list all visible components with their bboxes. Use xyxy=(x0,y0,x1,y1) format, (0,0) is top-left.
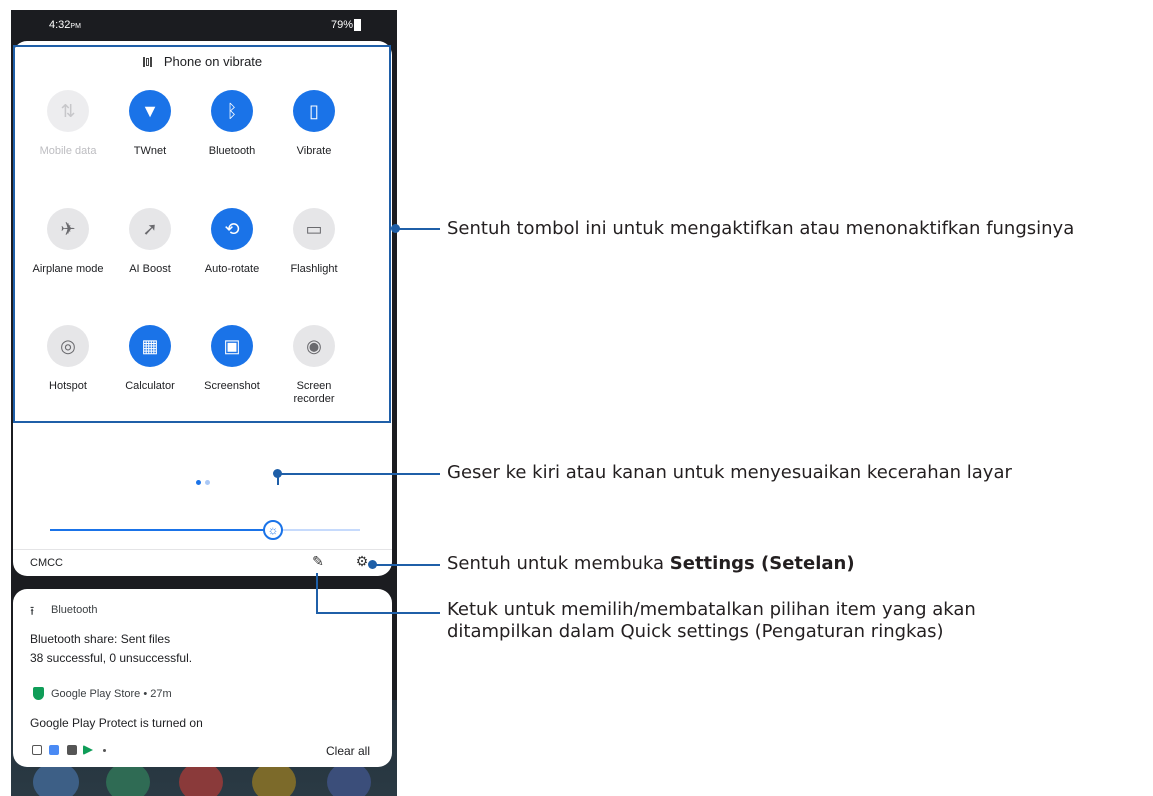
gallery-icon xyxy=(32,745,42,755)
tile-rotate[interactable]: ⟲ Auto-rotate xyxy=(187,208,277,276)
tile-hotspot[interactable]: ◎ Hotspot xyxy=(23,325,113,393)
tile-screenshot[interactable]: ▣ Screenshot xyxy=(187,325,277,393)
tile-label: Screenshot xyxy=(204,380,260,392)
tile-label: Bluetooth xyxy=(208,145,256,157)
screen-recorder-icon: ◉ xyxy=(293,325,335,367)
phone-screen: 4:32PM 79% Phone on vibrate ⇅ Mobile data… xyxy=(11,10,397,796)
callout-line xyxy=(277,473,440,475)
tile-label: Calculator xyxy=(125,380,175,392)
tile-airplane[interactable]: ✈ Airplane mode xyxy=(23,208,113,276)
callout-settings: Sentuh untuk membuka Settings (Setelan) xyxy=(447,553,855,574)
callout-edit-line2: ditampilkan dalam Quick settings (Pengat… xyxy=(447,621,944,642)
ringer-status[interactable]: Phone on vibrate xyxy=(13,54,392,69)
more-dot-icon xyxy=(103,749,106,752)
callout-tiles: Sentuh tombol ini untuk mengaktifkan ata… xyxy=(447,218,1075,239)
maps-icon xyxy=(49,745,59,755)
rotate-icon: ⟲ xyxy=(211,208,253,250)
sd-card-icon xyxy=(67,745,77,755)
tile-vibrate[interactable]: ▯ Vibrate xyxy=(269,90,359,158)
tile-label: Flashlight xyxy=(290,263,338,275)
airplane-icon: ✈ xyxy=(47,208,89,250)
tile-flashlight[interactable]: ▭ Flashlight xyxy=(269,208,359,276)
divider xyxy=(13,549,392,550)
edit-pencil-icon[interactable]: ✎ xyxy=(309,553,327,571)
notification-title: Bluetooth share: Sent files xyxy=(30,632,171,646)
callout-line xyxy=(316,573,318,613)
tile-label: Hotspot xyxy=(49,380,87,392)
tile-bluetooth[interactable]: ᛒ Bluetooth xyxy=(187,90,277,158)
callout-edit-line1: Ketuk untuk memilih/membatalkan pilihan … xyxy=(447,599,976,620)
calculator-icon: ▦ xyxy=(129,325,171,367)
brightness-track-empty xyxy=(273,529,360,531)
tile-label: AI Boost xyxy=(129,263,171,275)
tile-label: TWnet xyxy=(133,145,167,157)
notification-shade: ⭱ Bluetooth Bluetooth share: Sent files … xyxy=(13,589,392,767)
tile-calculator[interactable]: ▦ Calculator xyxy=(105,325,195,393)
rocket-icon: ➚ xyxy=(129,208,171,250)
tile-label: Vibrate xyxy=(296,145,332,157)
callout-line xyxy=(375,564,440,566)
notification-app-name: Bluetooth xyxy=(51,604,98,616)
status-time: 4:32PM xyxy=(49,19,81,31)
brightness-thumb-icon[interactable]: ☼ xyxy=(263,520,283,540)
page-dot-active xyxy=(196,480,201,485)
bluetooth-icon: ᛒ xyxy=(211,90,253,132)
tile-label: Screen recorder xyxy=(293,380,335,405)
clear-all-button[interactable]: Clear all xyxy=(326,744,370,758)
quick-settings-panel: Phone on vibrate ⇅ Mobile data ▼ TWnet ᛒ Blue… xyxy=(13,41,392,576)
carrier-name: CMCC xyxy=(30,557,63,569)
tile-label: Mobile data xyxy=(39,145,97,157)
battery-level: 79% xyxy=(331,19,354,31)
shield-icon xyxy=(33,687,44,700)
tile-mobile-data[interactable]: ⇅ Mobile data xyxy=(23,90,113,158)
tile-label: Airplane mode xyxy=(32,263,104,275)
page-dot xyxy=(205,480,210,485)
battery-icon xyxy=(354,19,361,31)
brightness-track-filled xyxy=(50,529,273,531)
notification-app-name: Google Play Store • 27m xyxy=(51,688,172,700)
tile-wifi[interactable]: ▼ TWnet xyxy=(105,90,195,158)
callout-brightness: Geser ke kiri atau kanan untuk menyesuai… xyxy=(447,462,1012,483)
tile-screen-recorder[interactable]: ◉ Screen recorder xyxy=(269,325,359,406)
mobile-data-icon: ⇅ xyxy=(47,90,89,132)
tile-rocket[interactable]: ➚ AI Boost xyxy=(105,208,195,276)
hotspot-icon: ◎ xyxy=(47,325,89,367)
flashlight-icon: ▭ xyxy=(293,208,335,250)
status-bar: 4:32PM 79% xyxy=(11,10,397,40)
notification-title: Google Play Protect is turned on xyxy=(30,716,203,730)
wifi-icon: ▼ xyxy=(129,90,171,132)
screenshot-icon: ▣ xyxy=(211,325,253,367)
tile-label: Auto-rotate xyxy=(204,263,260,275)
vibrate-icon: ▯ xyxy=(293,90,335,132)
callout-line xyxy=(316,612,440,614)
upload-icon: ⭱ xyxy=(30,604,35,618)
callout-line xyxy=(398,228,440,230)
vibrate-small-icon xyxy=(142,57,152,67)
notification-body: 38 successful, 0 unsuccessful. xyxy=(30,651,193,665)
